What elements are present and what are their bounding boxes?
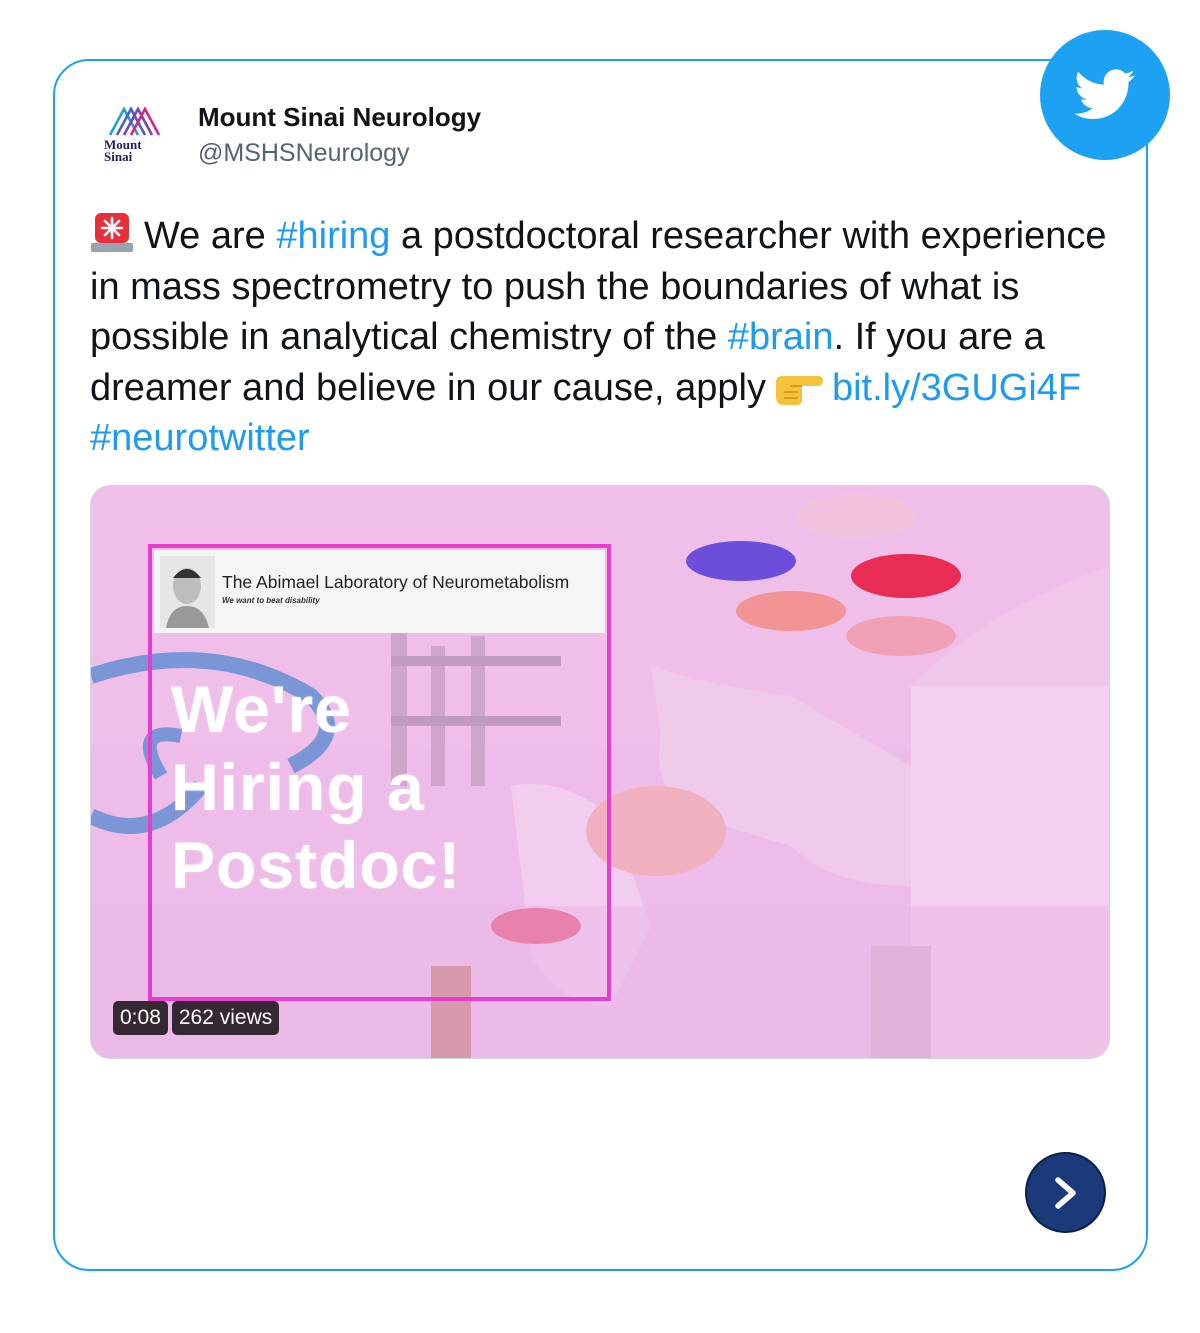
short-link[interactable]: bit.ly/3GUGi4F — [832, 367, 1081, 409]
video-badges: 0:08 262 views — [113, 1001, 280, 1035]
headline-line-1: We're — [171, 672, 352, 746]
video-views: 262 views — [171, 1001, 280, 1035]
lab-header: The Abimael Laboratory of Neurometabolis… — [154, 550, 605, 633]
hashtag-neurotwitter-link[interactable]: #neurotwitter — [90, 417, 310, 459]
headline-line-2: Hiring a — [171, 750, 425, 824]
chevron-right-icon — [1054, 1176, 1076, 1209]
tweet-text: We are #hiring a postdoctoral researcher… — [90, 210, 1110, 464]
twitter-badge — [1040, 30, 1170, 160]
lab-subtitle: We want to beat disability — [222, 596, 320, 605]
hashtag-hiring-link[interactable]: #hiring — [276, 215, 390, 257]
logo-wordmark: Mount Sinai — [104, 137, 142, 164]
twitter-bird-icon — [1074, 69, 1135, 120]
researcher-portrait — [160, 556, 215, 628]
video-duration: 0:08 — [113, 1001, 168, 1035]
pointing-right-emoji — [775, 375, 823, 405]
tweet-text-part-1: We are — [144, 215, 277, 257]
author-handle[interactable]: @MSHSNeurology — [198, 139, 410, 168]
next-button[interactable] — [1025, 1152, 1106, 1233]
headline-line-3: Postdoc! — [171, 828, 462, 902]
rotating-light-emoji — [91, 213, 133, 252]
hashtag-brain-link[interactable]: #brain — [728, 316, 834, 358]
video-player[interactable]: The Abimael Laboratory of Neurometabolis… — [90, 485, 1110, 1059]
author-name[interactable]: Mount Sinai Neurology — [198, 102, 481, 133]
lab-title: The Abimael Laboratory of Neurometabolis… — [222, 572, 570, 592]
